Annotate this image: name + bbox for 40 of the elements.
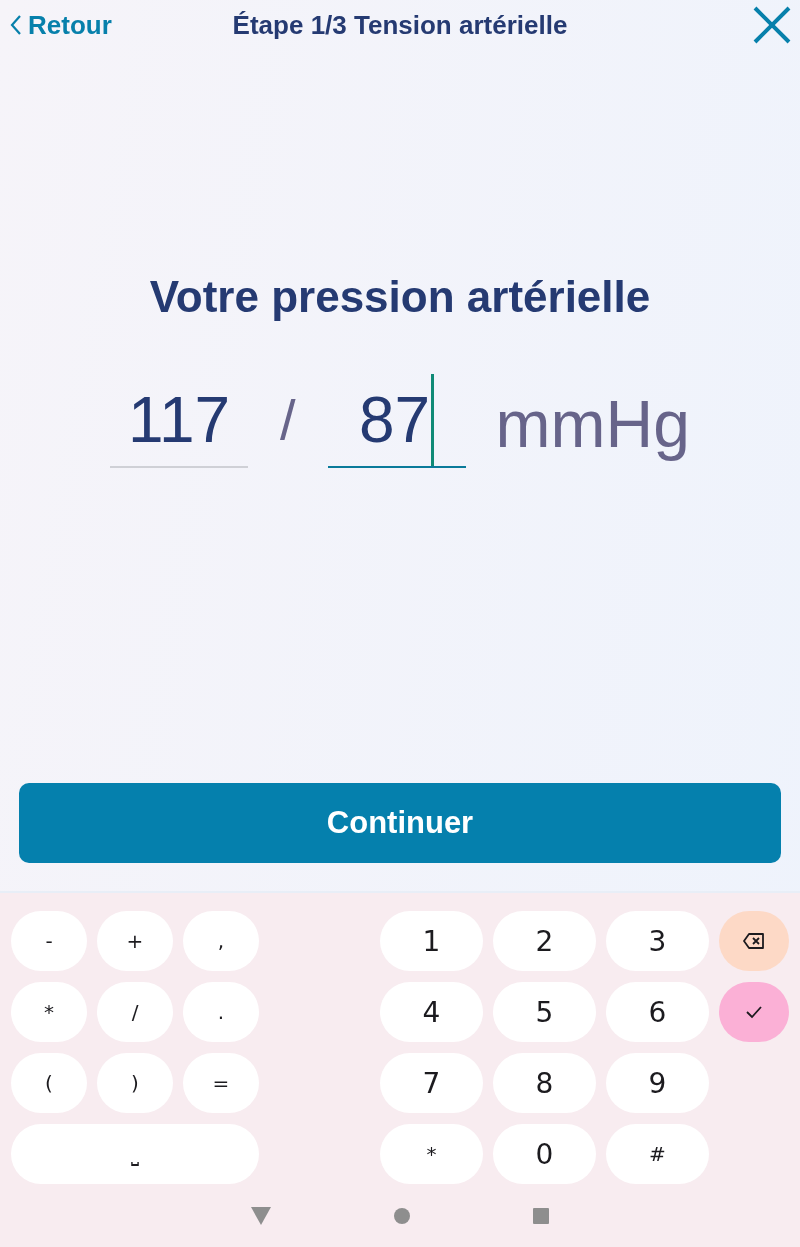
unit-label: mmHg [495, 386, 690, 462]
check-icon [745, 1005, 763, 1019]
close-icon [752, 5, 792, 45]
recents-square-icon[interactable] [532, 1207, 549, 1224]
back-triangle-icon[interactable] [251, 1206, 272, 1225]
keyboard-key[interactable]: # [606, 1124, 709, 1184]
keyboard-key[interactable]: = [183, 1053, 259, 1113]
keyboard-key[interactable]: * [380, 1124, 483, 1184]
keyboard-key[interactable]: ) [97, 1053, 173, 1113]
keyboard-key[interactable]: 1 [380, 911, 483, 971]
keyboard-key[interactable]: * [11, 982, 87, 1042]
keyboard-key[interactable]: 8 [493, 1053, 596, 1113]
keyboard-key[interactable]: 5 [493, 982, 596, 1042]
input-field[interactable]: 117 [110, 374, 249, 468]
keyboard-key[interactable]: 2 [493, 911, 596, 971]
section-heading: Votre pression artérielle [149, 272, 651, 322]
backspace-icon [743, 933, 765, 949]
keyboard-key[interactable]: , [183, 911, 259, 971]
keyboard-key[interactable]: . [183, 982, 259, 1042]
input-field[interactable]: 87 [327, 374, 466, 468]
home-circle-icon[interactable] [394, 1207, 410, 1224]
enter-key[interactable] [719, 982, 789, 1042]
step-title: Étape 1/3 Tension artérielle [232, 9, 568, 40]
keyboard-key[interactable]: + [97, 911, 173, 971]
continue-button[interactable]: Continuer [19, 783, 781, 863]
chevron-left-icon [10, 14, 22, 36]
keyboard-key[interactable]: - [11, 911, 87, 971]
backspace-key[interactable] [719, 911, 789, 971]
keyboard-key[interactable]: 9 [606, 1053, 709, 1113]
keyboard-key[interactable]: ( [11, 1053, 87, 1113]
keyboard-key[interactable]: 6 [606, 982, 709, 1042]
keyboard-key[interactable]: 0 [493, 1124, 596, 1184]
space-key[interactable]: ⎵ [11, 1124, 259, 1184]
close-button[interactable] [752, 5, 792, 45]
keyboard-key[interactable]: 7 [380, 1053, 483, 1113]
keyboard-key[interactable]: 3 [606, 911, 709, 971]
separator-slash: / [280, 387, 296, 452]
keyboard-key[interactable]: / [97, 982, 173, 1042]
back-link[interactable]: Retour [10, 9, 112, 41]
keyboard-key[interactable]: 4 [380, 982, 483, 1042]
